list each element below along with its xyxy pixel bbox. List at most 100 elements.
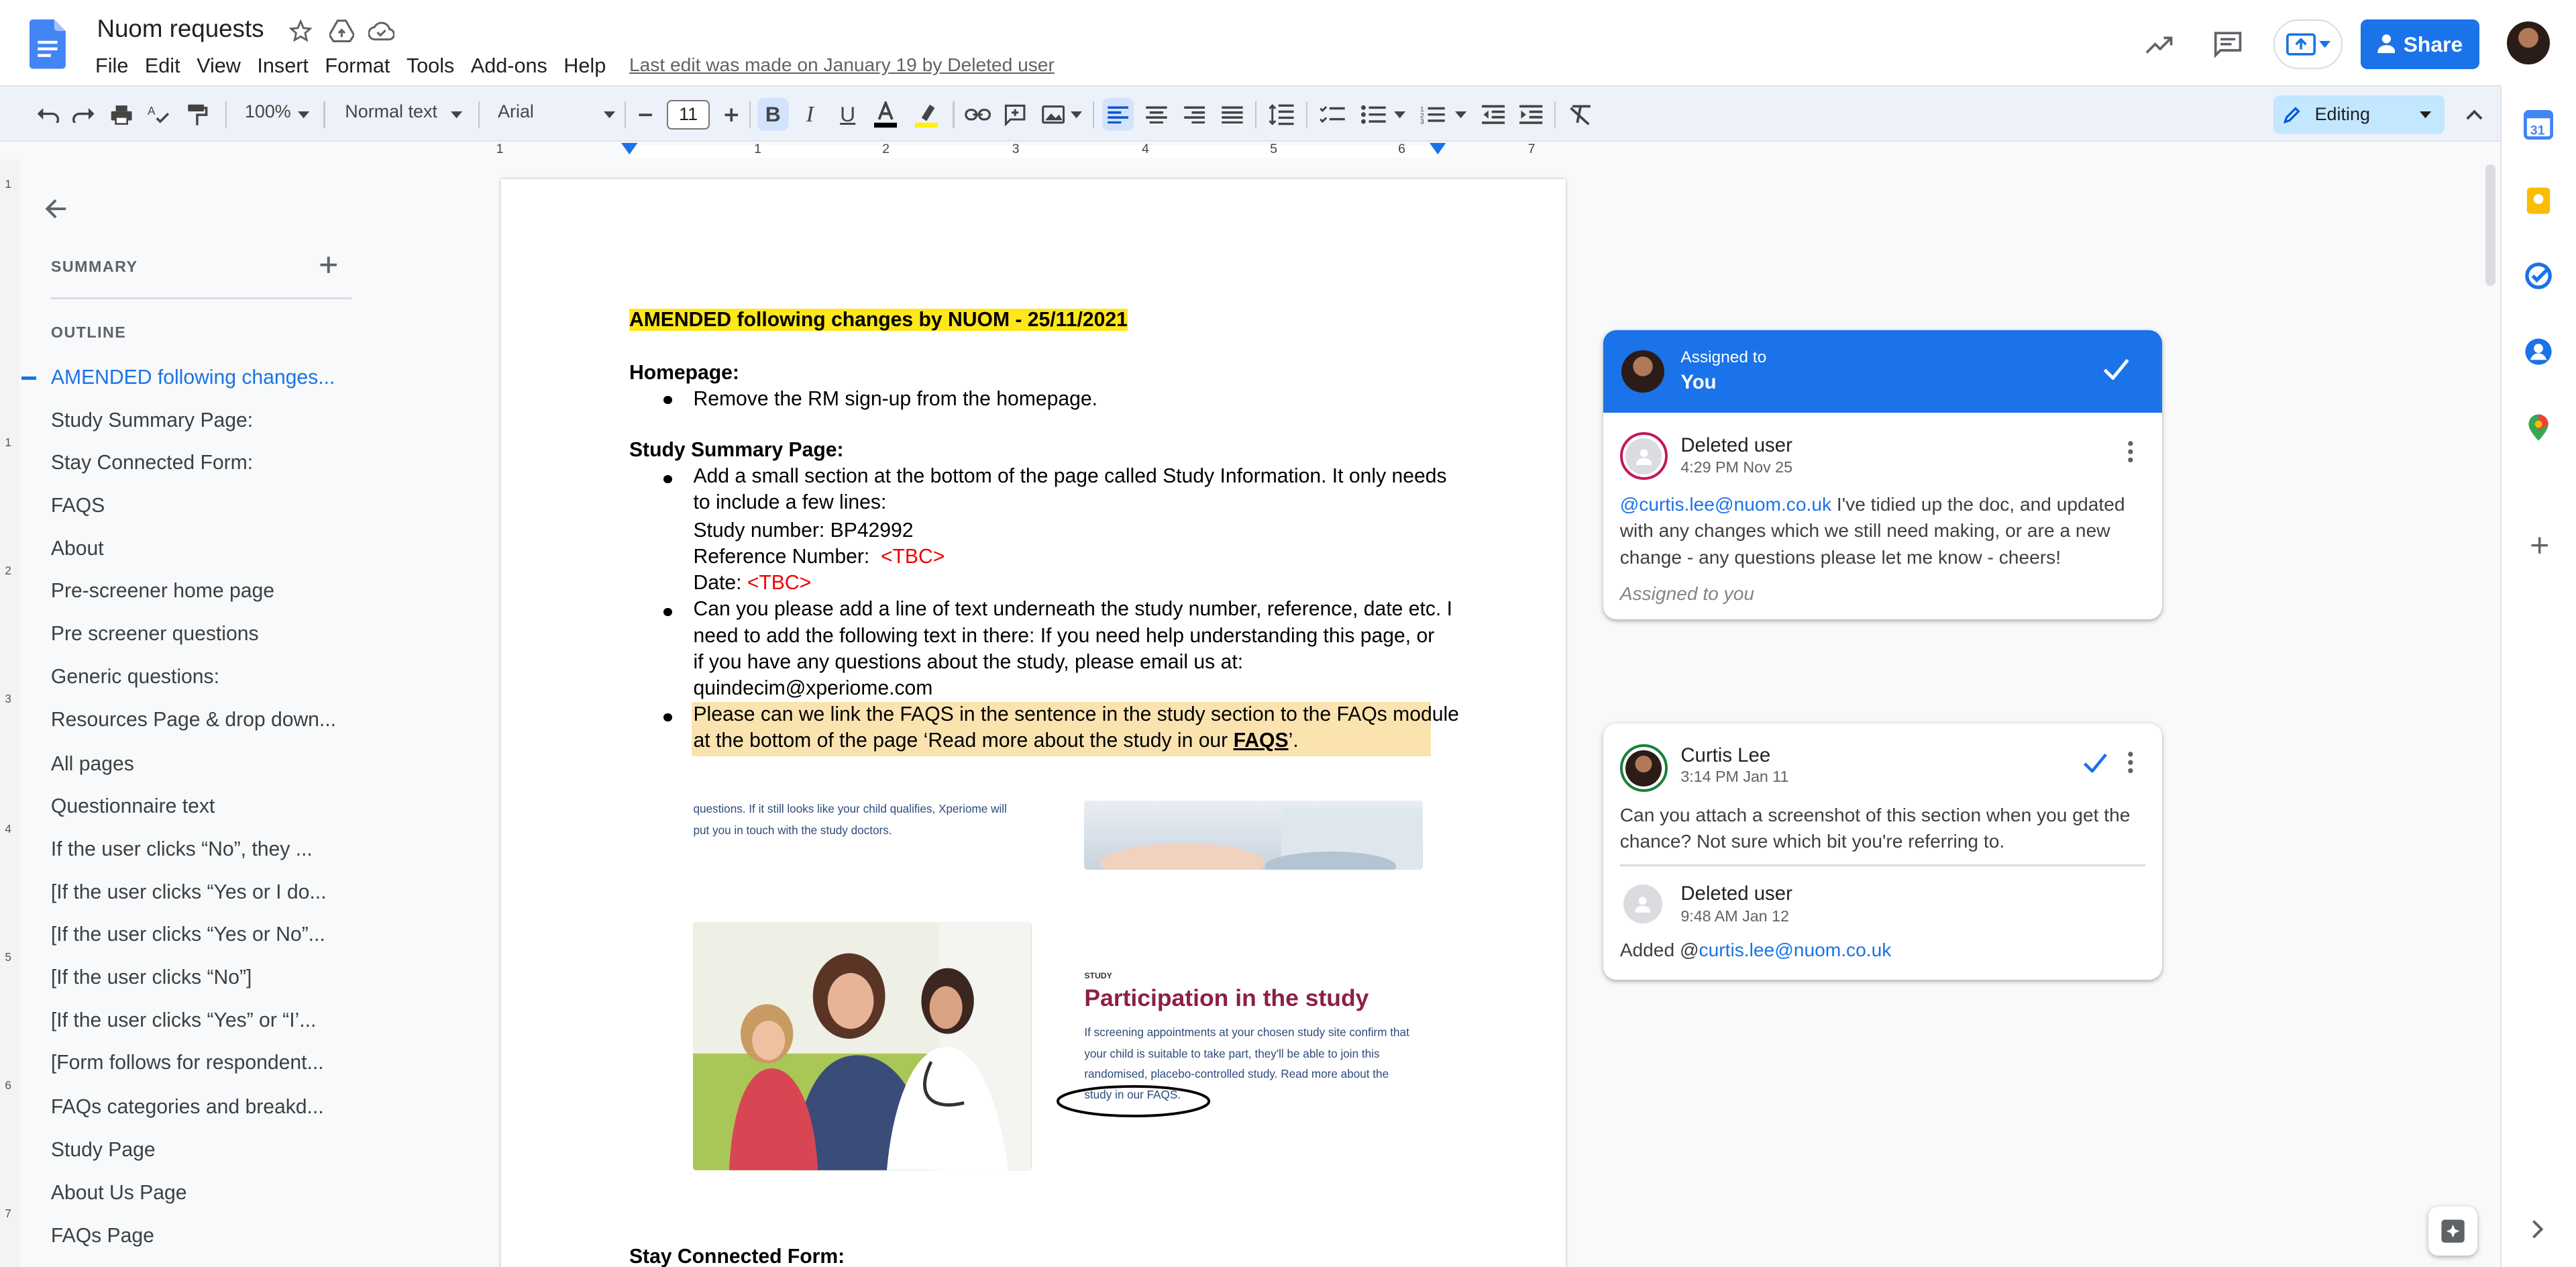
explore-button[interactable] <box>2428 1206 2478 1256</box>
bulleted-list-icon[interactable] <box>1358 98 1388 131</box>
menu-tools[interactable]: Tools <box>407 54 454 78</box>
zoom-select[interactable]: 100% <box>245 101 291 122</box>
comment-history-icon[interactable] <box>2206 23 2249 66</box>
add-comment-icon[interactable] <box>1000 98 1030 131</box>
left-indent-marker-icon[interactable] <box>621 143 638 155</box>
doc-text-line[interactable]: Date: <TBC> <box>693 572 811 595</box>
resolve-check-icon[interactable] <box>2083 753 2108 773</box>
more-options-icon[interactable] <box>2127 751 2134 774</box>
outline-item[interactable]: Generic questions: <box>51 666 343 689</box>
text-color-icon[interactable] <box>871 98 900 131</box>
docs-logo-icon[interactable] <box>30 19 66 69</box>
align-left-icon[interactable] <box>1102 98 1134 132</box>
numbered-list-icon[interactable]: 123 <box>1417 98 1447 131</box>
undo-icon[interactable] <box>34 98 60 131</box>
paragraph-style-select[interactable]: Normal text <box>345 101 437 122</box>
menu-format[interactable]: Format <box>325 54 390 78</box>
print-icon[interactable] <box>109 98 135 131</box>
outline-item[interactable]: [If the user clicks “Yes or No”... <box>51 923 343 946</box>
spellcheck-icon[interactable]: A <box>146 98 172 131</box>
outline-item[interactable]: All pages <box>51 753 343 776</box>
scrollbar-thumb[interactable] <box>2485 164 2496 287</box>
menu-file[interactable]: File <box>95 54 128 78</box>
screenshot-photo[interactable] <box>693 921 1032 1170</box>
outline-item[interactable]: Stay Connected Form: <box>51 452 343 474</box>
highlight-color-icon[interactable] <box>912 98 941 131</box>
homepage-heading[interactable]: Homepage: <box>629 362 739 385</box>
outline-item[interactable]: About <box>51 538 343 560</box>
share-button[interactable]: Share <box>2361 19 2479 69</box>
outline-item[interactable]: [If the user clicks “No”] <box>51 966 343 989</box>
contacts-icon[interactable] <box>2524 337 2553 366</box>
chevron-down-icon[interactable] <box>1391 98 1407 131</box>
document-title[interactable]: Nuom requests <box>97 15 264 43</box>
resolve-check-icon[interactable] <box>2103 358 2129 380</box>
outline-item[interactable]: If the user clicks “No”, they ... <box>51 838 343 861</box>
bold-icon[interactable]: B <box>757 98 789 132</box>
doc-text-line[interactable]: Please can we link the FAQS in the sente… <box>693 703 1458 726</box>
homepage-bullet-text[interactable]: Remove the RM sign-up from the homepage. <box>693 388 1097 411</box>
chevron-down-icon[interactable] <box>1452 98 1468 131</box>
chevron-down-icon[interactable] <box>296 98 312 131</box>
vertical-ruler[interactable] <box>0 159 20 1267</box>
move-to-drive-icon[interactable] <box>325 15 358 48</box>
outline-item[interactable]: FAQs Page <box>51 1225 343 1248</box>
font-family-select[interactable]: Arial <box>498 101 534 122</box>
doc-text-line[interactable]: quindecim@xperiome.com <box>693 677 932 700</box>
menu-help[interactable]: Help <box>564 54 606 78</box>
amended-heading[interactable]: AMENDED following changes by NUOM - 25/1… <box>629 309 1128 332</box>
activity-trend-icon[interactable] <box>2139 23 2182 66</box>
justify-icon[interactable] <box>1218 98 1247 131</box>
expand-side-panel-icon[interactable] <box>2532 1219 2545 1239</box>
menu-edit[interactable]: Edit <box>145 54 180 78</box>
doc-text-line[interactable]: at the bottom of the page ‘Read more abo… <box>693 729 1298 752</box>
menu-insert[interactable]: Insert <box>257 54 309 78</box>
add-summary-icon[interactable] <box>319 255 338 274</box>
editing-mode-select[interactable]: Editing <box>2273 95 2445 135</box>
more-options-icon[interactable] <box>2127 440 2134 463</box>
outline-item[interactable]: [If the user clicks “Yes or I do... <box>51 881 343 904</box>
chevron-down-icon[interactable] <box>449 98 465 131</box>
outline-item[interactable]: Pre-screener home page <box>51 580 343 603</box>
doc-text-line[interactable]: to include a few lines: <box>693 491 886 514</box>
outline-item[interactable]: Study Summary Page: <box>51 409 343 432</box>
maps-icon[interactable] <box>2524 413 2553 442</box>
checklist-icon[interactable] <box>1318 98 1347 131</box>
menu-add-ons[interactable]: Add-ons <box>471 54 547 78</box>
vertical-scrollbar[interactable] <box>2480 159 2501 1267</box>
align-center-icon[interactable] <box>1142 98 1171 131</box>
calendar-icon[interactable]: 31 <box>2523 110 2553 140</box>
screenshot-image-top[interactable] <box>1084 800 1423 870</box>
mention-link[interactable]: @curtis.lee@nuom.co.uk <box>1620 494 1831 515</box>
last-edit-link[interactable]: Last edit was made on January 19 by Dele… <box>629 54 1055 76</box>
outline-item[interactable]: Pre screener questions <box>51 623 343 646</box>
paint-format-icon[interactable] <box>184 98 210 131</box>
outline-item[interactable]: Resources Page & drop down... <box>51 709 343 731</box>
chevron-down-icon[interactable] <box>601 98 617 131</box>
align-right-icon[interactable] <box>1179 98 1209 131</box>
outline-item[interactable]: [If the user clicks “Yes” or “I’... <box>51 1009 343 1032</box>
clear-formatting-icon[interactable] <box>1566 98 1595 131</box>
insert-image-icon[interactable] <box>1038 98 1068 131</box>
close-outline-arrow-icon[interactable] <box>44 197 67 220</box>
collapse-toolbar-icon[interactable] <box>2459 98 2489 131</box>
font-size-input[interactable]: 11 <box>667 99 710 130</box>
outline-item[interactable]: FAQS <box>51 495 343 517</box>
redo-icon[interactable] <box>70 98 97 131</box>
line-spacing-icon[interactable] <box>1267 98 1296 131</box>
doc-text-line[interactable]: Can you please add a line of text undern… <box>693 598 1452 621</box>
underline-icon[interactable]: U <box>833 98 863 131</box>
increase-indent-icon[interactable] <box>1516 98 1546 131</box>
study-summary-heading[interactable]: Study Summary Page: <box>629 439 844 462</box>
right-indent-marker-icon[interactable] <box>1429 143 1446 155</box>
outline-item[interactable]: AMENDED following changes... <box>51 366 343 389</box>
mention-link[interactable]: curtis.lee@nuom.co.uk <box>1699 940 1892 960</box>
cloud-saved-icon[interactable] <box>365 15 398 48</box>
outline-item[interactable]: About Us Page <box>51 1182 343 1205</box>
outline-item[interactable]: Questionnaire text <box>51 795 343 818</box>
increase-font-size-icon[interactable] <box>720 98 743 131</box>
doc-text-line[interactable]: if you have any questions about the stud… <box>693 651 1243 674</box>
doc-text-line[interactable]: Study number: BP42992 <box>693 519 913 542</box>
present-button[interactable] <box>2273 19 2343 69</box>
stay-connected-heading[interactable]: Stay Connected Form: <box>629 1246 845 1267</box>
